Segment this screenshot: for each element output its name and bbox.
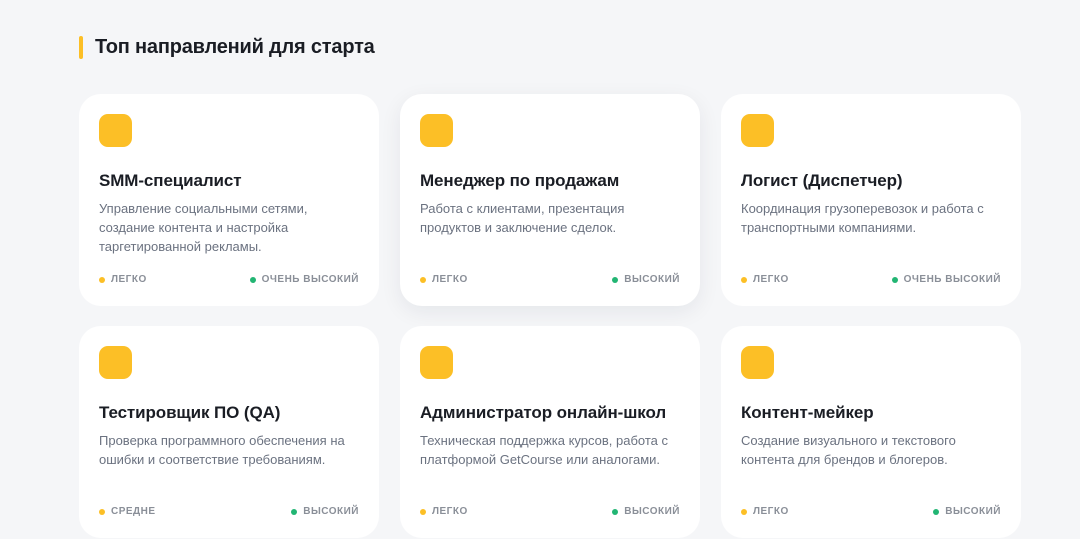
difficulty-tag: ЛЕГКО (741, 274, 789, 285)
green-dot-icon (612, 508, 619, 515)
difficulty-tag: СРЕДНЕ (99, 506, 156, 517)
card-footer: ЛЕГКО ВЫСОКИЙ (420, 506, 680, 517)
demand-label: ВЫСОКИЙ (303, 506, 359, 517)
yellow-dot-icon (420, 508, 426, 515)
difficulty-tag: ЛЕГКО (420, 506, 468, 517)
card-description: Координация грузоперевозок и работа с тр… (741, 201, 984, 235)
demand-tag: ВЫСОКИЙ (291, 506, 359, 517)
demand-label: ОЧЕНЬ ВЫСОКИЙ (903, 274, 1001, 285)
yellow-dot-icon (741, 276, 747, 283)
card-description: Создание визуального и текстового контен… (741, 433, 956, 467)
difficulty-tag: ЛЕГКО (99, 274, 147, 285)
yellow-square-icon (99, 114, 132, 147)
demand-tag: ВЫСОКИЙ (612, 274, 680, 285)
demand-tag: ВЫСОКИЙ (933, 506, 1001, 517)
demand-label: ОЧЕНЬ ВЫСОКИЙ (261, 274, 359, 285)
demand-label: ВЫСОКИЙ (624, 506, 680, 517)
directions-grid: SMM-специалист Управление социальными се… (79, 94, 1021, 538)
card-description: Проверка программного обеспечения на оши… (99, 433, 345, 467)
demand-tag: ВЫСОКИЙ (612, 506, 680, 517)
card-footer: ЛЕГКО ВЫСОКИЙ (741, 506, 1001, 517)
direction-card-online-school-admin[interactable]: Администратор онлайн-школ Техническая по… (400, 326, 700, 538)
card-description: Техническая поддержка курсов, работа с п… (420, 433, 669, 467)
accent-bar (79, 36, 83, 59)
green-dot-icon (891, 276, 898, 283)
card-description: Управление социальными сетями, создание … (99, 201, 308, 254)
card-title: Контент-мейкер (741, 403, 874, 422)
difficulty-label: ЛЕГКО (753, 506, 789, 517)
yellow-square-icon (741, 346, 774, 379)
direction-card-content-maker[interactable]: Контент-мейкер Создание визуального и те… (721, 326, 1021, 538)
difficulty-label: СРЕДНЕ (111, 506, 156, 517)
direction-card-logistics[interactable]: Логист (Диспетчер) Координация грузопере… (721, 94, 1021, 306)
direction-card-sales-manager[interactable]: Менеджер по продажам Работа с клиентами,… (400, 94, 700, 306)
card-title: Администратор онлайн-школ (420, 403, 667, 422)
card-title: SMM-специалист (99, 171, 242, 190)
card-description: Работа с клиентами, презентация продукто… (420, 201, 625, 235)
card-title: Тестировщик ПО (QA) (99, 403, 281, 422)
card-footer: ЛЕГКО ОЧЕНЬ ВЫСОКИЙ (99, 274, 359, 285)
difficulty-label: ЛЕГКО (111, 274, 147, 285)
card-footer: ЛЕГКО ВЫСОКИЙ (420, 274, 680, 285)
difficulty-tag: ЛЕГКО (741, 506, 789, 517)
green-dot-icon (933, 508, 940, 515)
card-footer: ЛЕГКО ОЧЕНЬ ВЫСОКИЙ (741, 274, 1001, 285)
yellow-square-icon (420, 114, 453, 147)
demand-label: ВЫСОКИЙ (945, 506, 1001, 517)
yellow-square-icon (99, 346, 132, 379)
yellow-square-icon (420, 346, 453, 379)
demand-label: ВЫСОКИЙ (624, 274, 680, 285)
green-dot-icon (612, 276, 619, 283)
direction-card-qa[interactable]: Тестировщик ПО (QA) Проверка программног… (79, 326, 379, 538)
card-footer: СРЕДНЕ ВЫСОКИЙ (99, 506, 359, 517)
yellow-dot-icon (99, 508, 105, 515)
difficulty-label: ЛЕГКО (753, 274, 789, 285)
yellow-dot-icon (741, 508, 747, 515)
difficulty-tag: ЛЕГКО (420, 274, 468, 285)
difficulty-label: ЛЕГКО (432, 506, 468, 517)
section-title: Топ направлений для старта (95, 36, 375, 58)
green-dot-icon (249, 276, 256, 283)
card-title: Менеджер по продажам (420, 171, 620, 190)
card-title: Логист (Диспетчер) (741, 171, 903, 190)
yellow-dot-icon (420, 276, 426, 283)
yellow-square-icon (741, 114, 774, 147)
green-dot-icon (291, 508, 298, 515)
section-header: Топ направлений для старта (79, 36, 375, 59)
yellow-dot-icon (99, 276, 105, 283)
difficulty-label: ЛЕГКО (432, 274, 468, 285)
demand-tag: ОЧЕНЬ ВЫСОКИЙ (249, 274, 359, 285)
direction-card-smm[interactable]: SMM-специалист Управление социальными се… (79, 94, 379, 306)
demand-tag: ОЧЕНЬ ВЫСОКИЙ (891, 274, 1001, 285)
